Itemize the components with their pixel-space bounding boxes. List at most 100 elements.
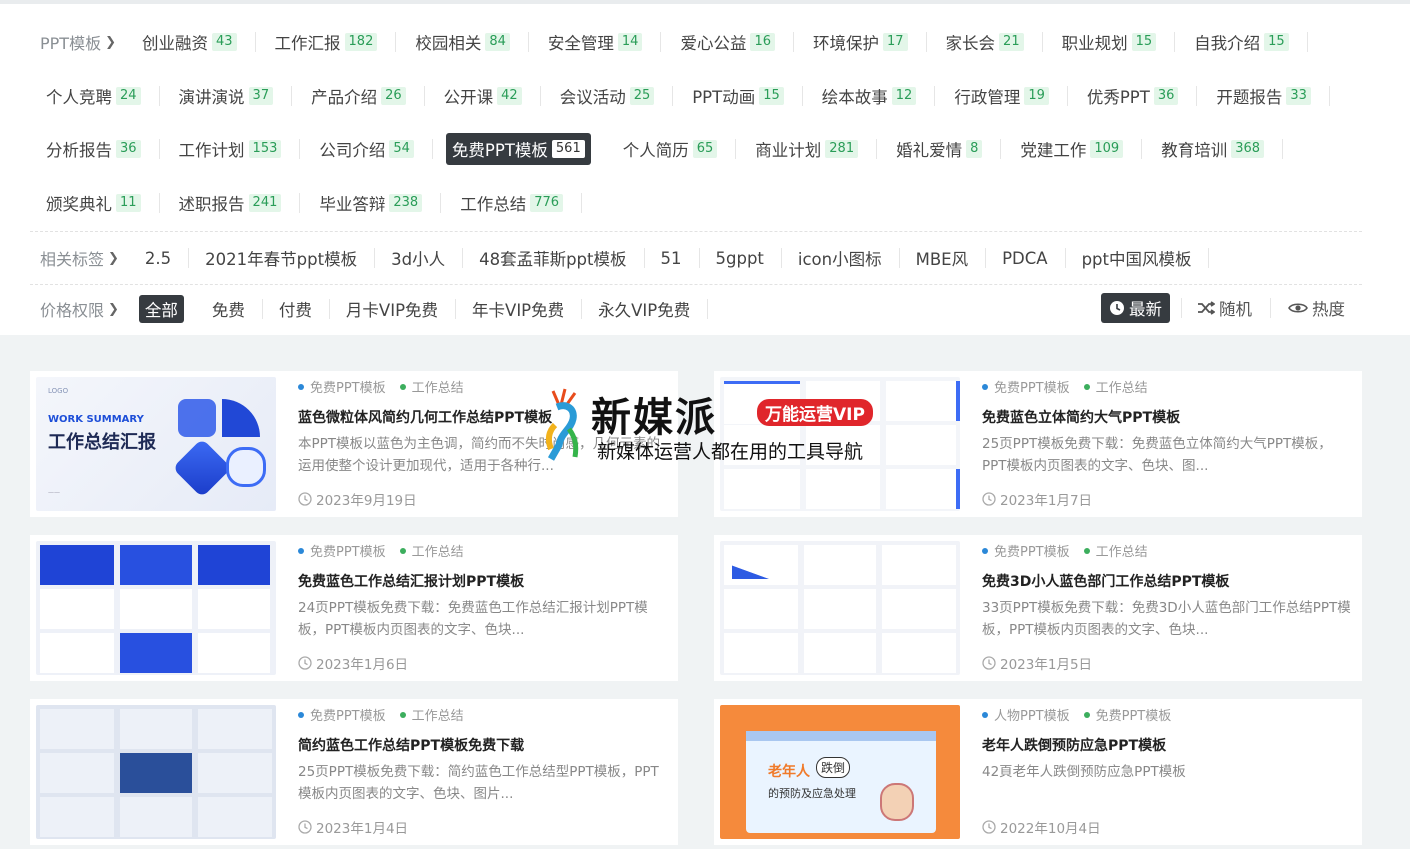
category-chip[interactable]: 商业计划 281 xyxy=(749,133,878,165)
card-title[interactable]: 免费3D小人蓝色部门工作总结PPT模板 xyxy=(982,571,1229,591)
tag-link[interactable]: 工作总结 xyxy=(399,705,464,724)
category-chip[interactable]: 公开课 42 xyxy=(438,80,541,112)
card-title[interactable]: 蓝色微粒体风简约几何工作总结PPT模板 xyxy=(298,407,552,427)
tag-link[interactable]: 人物PPT模板 xyxy=(982,705,1070,724)
category-chip[interactable]: 优秀PPT 36 xyxy=(1081,80,1198,112)
category-chip[interactable]: 毕业答辩 238 xyxy=(313,187,442,219)
related-tag-link[interactable]: 2021年春节ppt模板 xyxy=(199,242,376,274)
thumb-slide xyxy=(886,425,956,465)
tag-link[interactable]: 免费PPT模板 xyxy=(1083,705,1171,724)
price-label[interactable]: 价格权限 ❯ xyxy=(40,297,119,321)
tag-link[interactable]: 工作总结 xyxy=(399,377,464,396)
category-chip[interactable]: 家长会 21 xyxy=(940,26,1043,58)
price-filter-option[interactable]: 永久VIP免费 xyxy=(592,295,709,323)
category-chip[interactable]: 绘本故事 12 xyxy=(816,80,936,112)
card-title[interactable]: 免费蓝色工作总结汇报计划PPT模板 xyxy=(298,571,524,591)
related-tag-link[interactable]: PDCA xyxy=(996,242,1066,274)
category-chip[interactable]: 教育培训 368 xyxy=(1155,133,1284,165)
watermark-badge: 万能运营VIP xyxy=(757,399,873,426)
related-tag-link[interactable]: 51 xyxy=(655,242,700,274)
tag-link[interactable]: 免费PPT模板 xyxy=(298,377,386,396)
template-card[interactable]: 免费PPT模板 工作总结 简约蓝色工作总结PPT模板免费下载 25页PPT模板免… xyxy=(30,699,678,845)
category-chip[interactable]: 行政管理 19 xyxy=(948,80,1068,112)
template-card[interactable]: 老年人 跌倒 的预防及应急处理 人物PPT模板 免费PPT模板 老年人跌倒预防应… xyxy=(714,699,1362,845)
tag-link[interactable]: 工作总结 xyxy=(1083,541,1148,560)
related-tags-label[interactable]: 相关标签 ❯ xyxy=(40,246,119,270)
template-thumbnail[interactable] xyxy=(36,541,276,675)
card-title[interactable]: 简约蓝色工作总结PPT模板免费下载 xyxy=(298,735,524,755)
template-card[interactable]: 免费PPT模板 工作总结 免费蓝色工作总结汇报计划PPT模板 24页PPT模板免… xyxy=(30,535,678,681)
category-chip[interactable]: 演讲演说 37 xyxy=(173,80,293,112)
category-chip[interactable]: 会议活动 25 xyxy=(554,80,674,112)
related-tag-link[interactable]: 48套孟菲斯ppt模板 xyxy=(473,242,645,274)
price-filter-option[interactable]: 付费 xyxy=(273,295,330,323)
card-title[interactable]: 免费蓝色立体简约大气PPT模板 xyxy=(982,407,1180,427)
category-name: 述职报告 xyxy=(178,195,245,214)
category-chip[interactable]: 爱心公益 16 xyxy=(674,26,794,58)
sort-hot-button[interactable]: 热度 xyxy=(1288,293,1345,323)
category-chip[interactable]: 个人简历 65 xyxy=(617,133,737,165)
thumb-shape xyxy=(222,399,260,437)
divider xyxy=(158,139,160,159)
category-chip[interactable]: 述职报告 241 xyxy=(173,187,301,219)
category-chip[interactable]: 党建工作 109 xyxy=(1014,133,1143,165)
template-card[interactable]: 免费PPT模板 工作总结 免费3D小人蓝色部门工作总结PPT模板 33页PPT模… xyxy=(714,535,1362,681)
card-date: 2023年1月6日 xyxy=(298,653,408,673)
tag-link[interactable]: 免费PPT模板 xyxy=(298,541,386,560)
sort-latest-button[interactable]: 最新 xyxy=(1101,293,1170,323)
category-chip[interactable]: 校园相关 84 xyxy=(409,26,529,58)
category-chip[interactable]: 婚礼爱情 8 xyxy=(890,133,1002,165)
category-count-badge: 8 xyxy=(966,140,983,158)
divider xyxy=(934,86,936,106)
chevron-right-icon: ❯ xyxy=(108,301,119,317)
template-thumbnail[interactable]: 老年人 跌倒 的预防及应急处理 xyxy=(720,705,960,839)
category-chip[interactable]: 颁奖典礼 11 xyxy=(40,187,160,219)
category-chip[interactable]: PPT动画 15 xyxy=(686,80,803,112)
tag-link[interactable]: 免费PPT模板 xyxy=(982,541,1070,560)
price-filter-option[interactable]: 月卡VIP免费 xyxy=(340,295,457,323)
category-chip[interactable]: 环境保护 17 xyxy=(807,26,927,58)
related-tag-link[interactable]: 3d小人 xyxy=(385,242,464,274)
category-chip[interactable]: 工作总结 776 xyxy=(454,187,583,219)
related-tag-link[interactable]: ppt中国风模板 xyxy=(1076,242,1210,274)
category-chip[interactable]: 自我介绍 15 xyxy=(1188,26,1308,58)
category-chip[interactable]: 安全管理 14 xyxy=(542,26,662,58)
price-filter-option[interactable]: 免费 xyxy=(206,295,263,323)
category-count-badge: 21 xyxy=(999,33,1024,51)
price-filter-option[interactable]: 全部 xyxy=(138,295,184,323)
related-tag-link[interactable]: 2.5 xyxy=(139,242,190,274)
category-chip[interactable]: 产品介绍 26 xyxy=(305,80,425,112)
category-count-badge: 561 xyxy=(551,140,585,158)
category-chip[interactable]: 公司介绍 54 xyxy=(313,133,433,165)
category-name: 个人简历 xyxy=(622,141,689,160)
category-chip[interactable]: 工作计划 153 xyxy=(173,133,301,165)
category-chip[interactable]: 开题报告 33 xyxy=(1210,80,1330,112)
category-name: 毕业答辩 xyxy=(319,195,386,214)
template-thumbnail[interactable]: LOGO WORK SUMMARY 工作总结汇报 —— xyxy=(36,377,276,511)
tag-link[interactable]: 工作总结 xyxy=(399,541,464,560)
tag-link[interactable]: 免费PPT模板 xyxy=(982,377,1070,396)
related-tag-link[interactable]: MBE风 xyxy=(910,242,987,274)
category-count-badge: 24 xyxy=(116,87,141,105)
template-thumbnail[interactable] xyxy=(36,705,276,839)
category-chip[interactable]: 分析报告 36 xyxy=(40,133,160,165)
price-filter-label: 付费 xyxy=(278,301,312,320)
category-chip[interactable]: 工作汇报 182 xyxy=(269,26,397,58)
related-tag-link[interactable]: icon小图标 xyxy=(792,242,900,274)
category-chip[interactable]: 个人竞聘 24 xyxy=(40,80,160,112)
category-chip[interactable]: 免费PPT模板 561 xyxy=(445,133,591,165)
related-tag-link[interactable]: 5gppt xyxy=(710,242,782,274)
sort-random-button[interactable]: 随机 xyxy=(1197,293,1252,323)
card-title[interactable]: 老年人跌倒预防应急PPT模板 xyxy=(982,735,1166,755)
category-chip[interactable]: 创业融资 43 xyxy=(136,26,256,58)
divider xyxy=(1282,139,1284,159)
category-chip[interactable]: 职业规划 15 xyxy=(1056,26,1176,58)
price-filter-option[interactable]: 年卡VIP免费 xyxy=(466,295,583,323)
category-count-badge: 26 xyxy=(381,87,406,105)
tag-link[interactable]: 工作总结 xyxy=(1083,377,1148,396)
thumb-slide xyxy=(804,633,876,673)
template-thumbnail[interactable] xyxy=(720,541,960,675)
divider xyxy=(1000,139,1002,159)
tag-link[interactable]: 免费PPT模板 xyxy=(298,705,386,724)
category-label[interactable]: PPT模板 ❯ xyxy=(40,30,116,54)
